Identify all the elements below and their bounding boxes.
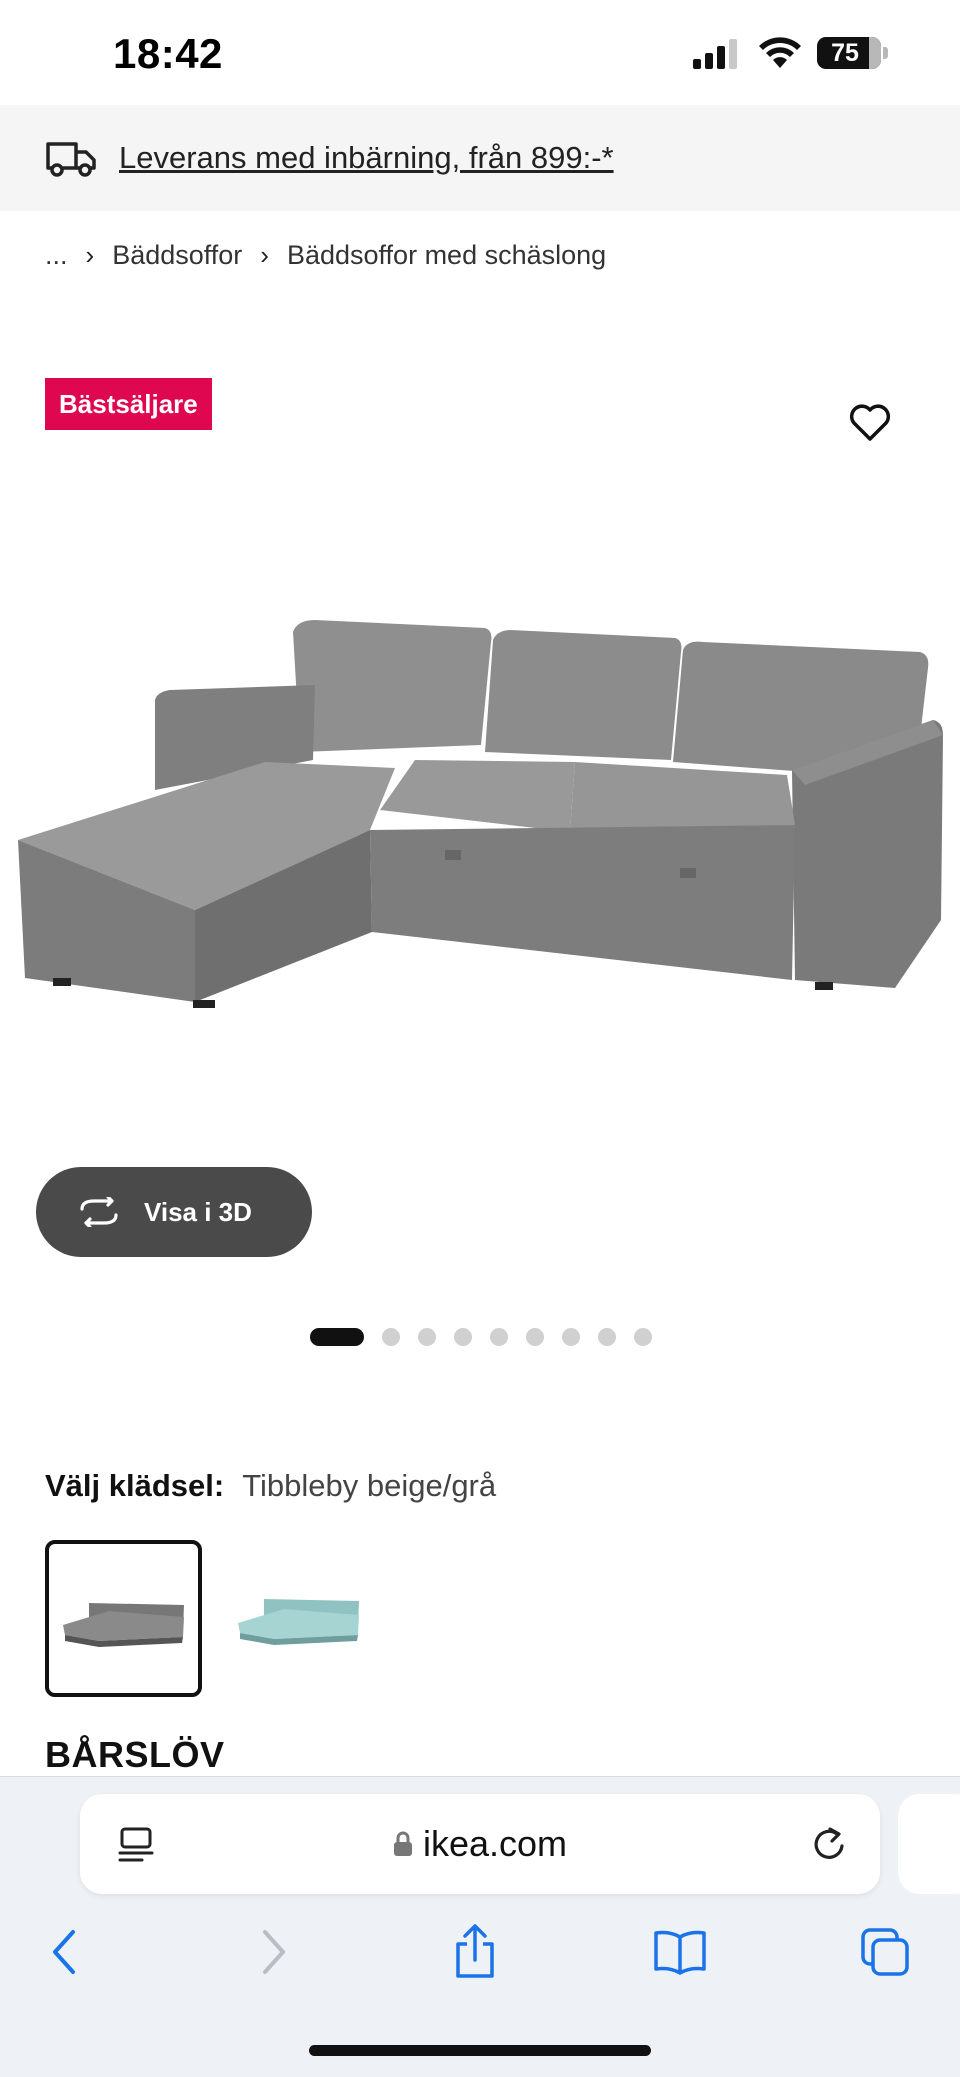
status-time: 18:42 [113,30,223,77]
view-in-3d-button[interactable]: Visa i 3D [36,1167,312,1257]
carousel-dot[interactable] [382,1328,400,1346]
breadcrumb: ... › Bäddsoffor › Bäddsoffor med schäsl… [45,240,606,271]
battery-icon: 75 [817,37,881,69]
carousel-indicator[interactable] [310,1328,652,1346]
wifi-icon [759,37,801,68]
breadcrumb-ellipsis[interactable]: ... [45,240,68,271]
carousel-dot[interactable] [598,1328,616,1346]
browser-toolbar [0,1922,960,2002]
swatch-light-turquoise[interactable] [220,1540,377,1697]
carousel-dot[interactable] [490,1328,508,1346]
truck-icon [46,142,96,177]
carousel-dot-active[interactable] [310,1328,364,1346]
lock-icon [393,1831,412,1856]
home-indicator[interactable] [309,2045,651,2056]
cover-selector-label: Välj klädsel: Tibbleby beige/grå [45,1468,496,1504]
browser-bottom-bar: ikea.com [0,1776,960,2077]
heart-icon[interactable] [846,398,894,446]
swatch-grey[interactable] [45,1540,202,1697]
swatch-turquoise-image [237,1598,359,1645]
view-in-3d-label: Visa i 3D [144,1196,252,1227]
signal-icon [693,39,737,69]
delivery-link[interactable]: Leverans med inbärning, från 899:-* [119,140,614,176]
cover-label: Välj klädsel: [45,1468,225,1503]
carousel-dot[interactable] [454,1328,472,1346]
battery-level: 75 [831,38,859,67]
carousel-dot[interactable] [562,1328,580,1346]
status-bar: 18:42 75 [0,0,960,105]
carousel-dot[interactable] [526,1328,544,1346]
forward-button[interactable] [244,1922,304,1982]
tabs-button[interactable] [855,1922,915,1982]
status-icons: 75 [693,36,888,70]
share-icon [456,1924,494,1978]
bookmarks-icon [654,1930,706,1975]
address-bar[interactable]: ikea.com [80,1794,880,1894]
url-text: ikea.com [422,1823,568,1864]
carousel-dot[interactable] [634,1328,652,1346]
back-button[interactable] [34,1922,94,1982]
page-menu-icon[interactable] [118,1826,154,1864]
chevron-right-icon: › [260,240,269,270]
rotate-3d-icon [80,1197,118,1227]
cover-value: Tibbleby beige/grå [242,1468,497,1503]
product-image[interactable] [15,610,945,1010]
bestseller-badge: Bästsäljare [45,378,212,430]
chevron-right-icon: › [85,240,95,270]
carousel-dot[interactable] [418,1328,436,1346]
product-name: BÅRSLÖV [45,1734,225,1775]
back-icon [53,1930,75,1974]
reload-icon[interactable] [810,1824,850,1864]
url-display: ikea.com [393,1823,567,1865]
tabs-icon [861,1928,909,1976]
bookmarks-button[interactable] [650,1922,710,1982]
delivery-banner[interactable]: Leverans med inbärning, från 899:-* [0,105,960,211]
swatch-grey-image [62,1602,184,1647]
breadcrumb-item-baddsoffor[interactable]: Bäddsoffor [112,240,242,271]
next-tab-peek[interactable] [898,1794,960,1894]
breadcrumb-item-current[interactable]: Bäddsoffor med schäslong [287,240,606,271]
forward-icon [263,1930,285,1974]
share-button[interactable] [445,1922,505,1982]
